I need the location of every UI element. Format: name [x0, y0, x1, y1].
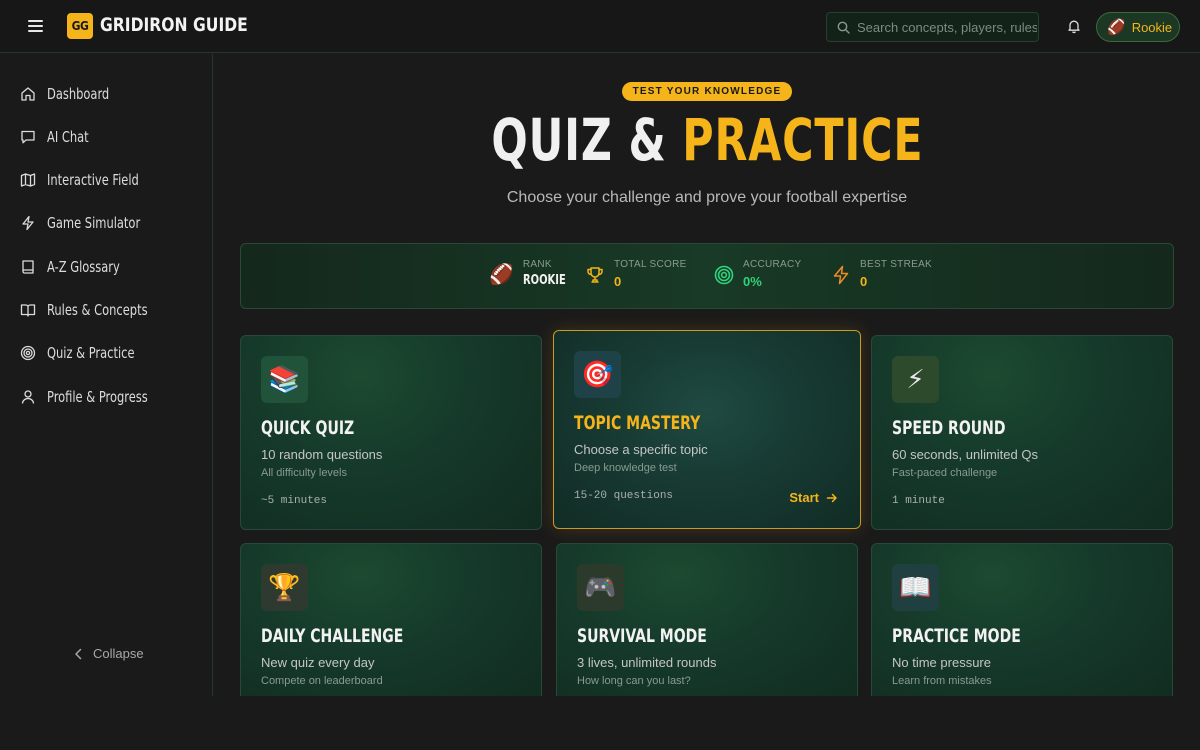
mode-description: Choose a specific topic: [574, 442, 708, 457]
sidebar-item-label: Quiz & Practice: [47, 344, 135, 362]
stat-label: TOTAL SCORE: [614, 259, 687, 270]
start-label: Start: [789, 490, 819, 505]
notification-bell-icon[interactable]: [1066, 18, 1082, 34]
mode-description: 10 random questions: [261, 447, 383, 462]
main-content: TEST YOUR KNOWLEDGE QUIZ & PRACTICE Choo…: [214, 54, 1200, 696]
stat-value: 0: [860, 274, 868, 289]
chevron-left-icon: [75, 648, 82, 659]
eyebrow-badge: TEST YOUR KNOWLEDGE: [622, 82, 792, 101]
open-book-icon: 📖: [892, 564, 939, 611]
page-subtitle: Choose your challenge and prove your foo…: [506, 189, 908, 206]
title-part-2: PRACTICE: [681, 106, 923, 174]
sidebar-item-game-simulator[interactable]: Game Simulator: [20, 211, 157, 235]
mode-title: SPEED ROUND: [892, 417, 1006, 439]
sidebar-item-rules[interactable]: Rules & Concepts: [20, 298, 165, 322]
sidebar-item-label: Game Simulator: [47, 214, 141, 232]
mode-title: QUICK QUIZ: [261, 417, 355, 439]
sidebar-item-label: AI Chat: [47, 128, 89, 146]
start-button[interactable]: Start: [789, 490, 838, 505]
mode-card-survival-mode[interactable]: 🎮 SURVIVAL MODE 3 lives, unlimited round…: [556, 543, 858, 696]
football-icon: 🏈: [1107, 19, 1126, 36]
sidebar: Dashboard AI Chat Interactive Field Game…: [0, 54, 213, 696]
title-part-1: QUIZ &: [490, 106, 682, 174]
dart-target-icon: 🎯: [574, 351, 621, 398]
mode-title: DAILY CHALLENGE: [261, 625, 404, 647]
sidebar-item-interactive-field[interactable]: Interactive Field: [20, 168, 155, 192]
app-title: GRIDIRON GUIDE: [100, 14, 248, 36]
stat-rank: 🏈 RANK ROOKIE: [489, 258, 573, 288]
mode-title: SURVIVAL MODE: [577, 625, 707, 647]
mode-card-daily-challenge[interactable]: 🏆 DAILY CHALLENGE New quiz every day Com…: [240, 543, 542, 696]
stat-value: 0%: [743, 274, 762, 289]
mode-card-practice-mode[interactable]: 📖 PRACTICE MODE No time pressure Learn f…: [871, 543, 1173, 696]
top-bar: GG GRIDIRON GUIDE 🏈 Rookie: [0, 0, 1200, 53]
page-title: QUIZ & PRACTICE: [214, 106, 1200, 174]
target-icon: [20, 345, 36, 361]
sidebar-item-ai-chat[interactable]: AI Chat: [20, 125, 96, 149]
sidebar-item-dashboard[interactable]: Dashboard: [20, 82, 120, 106]
mode-subtext: Fast-paced challenge: [892, 467, 998, 479]
chat-icon: [21, 130, 35, 144]
mode-title: PRACTICE MODE: [892, 625, 1021, 647]
stat-value: 0: [614, 274, 622, 289]
sidebar-item-glossary[interactable]: A-Z Glossary: [20, 255, 133, 279]
sidebar-item-label: Interactive Field: [47, 171, 139, 189]
collapse-label: Collapse: [93, 646, 144, 661]
mode-card-speed-round[interactable]: ⚡ SPEED ROUND 60 seconds, unlimited Qs F…: [871, 335, 1173, 530]
rank-label: Rookie: [1131, 19, 1173, 35]
trophy-icon: [587, 267, 603, 283]
football-icon: 🏈: [489, 264, 514, 286]
sidebar-item-profile[interactable]: Profile & Progress: [20, 385, 166, 409]
mode-subtext: Learn from mistakes: [892, 675, 992, 687]
mode-description: New quiz every day: [261, 655, 375, 670]
mode-title: TOPIC MASTERY: [574, 412, 701, 434]
lightning-bolt-icon: ⚡: [892, 356, 939, 403]
mode-subtext: How long can you last?: [577, 675, 691, 687]
stats-bar: 🏈 RANK ROOKIE TOTAL SCORE 0 ACCURACY 0% …: [240, 243, 1174, 309]
mode-description: 60 seconds, unlimited Qs: [892, 447, 1038, 462]
home-icon: [21, 87, 35, 101]
sidebar-item-quiz[interactable]: Quiz & Practice: [20, 341, 150, 365]
stat-label: RANK: [522, 259, 552, 270]
book-icon: [22, 260, 34, 274]
sidebar-item-label: Profile & Progress: [47, 388, 148, 406]
mode-subtext: Compete on leaderboard: [261, 675, 383, 687]
mode-card-quick-quiz[interactable]: 📚 QUICK QUIZ 10 random questions All dif…: [240, 335, 542, 530]
target-icon: [714, 265, 734, 285]
search-box[interactable]: [826, 12, 1039, 42]
stat-accuracy: ACCURACY 0%: [714, 258, 802, 291]
sidebar-item-label: Dashboard: [47, 85, 110, 103]
rank-badge-button[interactable]: 🏈 Rookie: [1096, 12, 1180, 42]
mode-description: No time pressure: [892, 655, 991, 670]
mode-duration: 1 minute: [892, 495, 945, 507]
mode-subtext: All difficulty levels: [261, 467, 347, 479]
trophy-icon: 🏆: [261, 564, 308, 611]
gamepad-icon: 🎮: [577, 564, 624, 611]
sidebar-item-label: Rules & Concepts: [47, 301, 148, 319]
stat-best-streak: BEST STREAK 0: [831, 258, 932, 291]
open-book-icon: [20, 304, 36, 317]
lightning-icon: [22, 215, 34, 231]
collapse-sidebar-button[interactable]: Collapse: [74, 646, 144, 661]
lightning-icon: [833, 265, 849, 285]
app-logo: GG: [67, 13, 93, 39]
stat-value: ROOKIE: [522, 273, 566, 288]
stat-label: BEST STREAK: [860, 259, 933, 270]
user-icon: [21, 390, 35, 404]
mode-duration: ~5 minutes: [261, 495, 328, 507]
menu-icon[interactable]: [26, 17, 46, 35]
mode-card-topic-mastery[interactable]: 🎯 TOPIC MASTERY Choose a specific topic …: [553, 330, 861, 529]
search-icon: [837, 21, 850, 34]
stat-total-score: TOTAL SCORE 0: [585, 258, 687, 291]
stat-label: ACCURACY: [743, 259, 802, 270]
arrow-right-icon: [826, 493, 837, 502]
map-icon: [20, 173, 36, 187]
mode-duration: 15-20 questions: [574, 490, 674, 502]
search-input[interactable]: [857, 13, 1037, 41]
books-icon: 📚: [261, 356, 308, 403]
mode-subtext: Deep knowledge test: [574, 462, 677, 474]
mode-description: 3 lives, unlimited rounds: [577, 655, 717, 670]
sidebar-item-label: A-Z Glossary: [47, 258, 120, 276]
